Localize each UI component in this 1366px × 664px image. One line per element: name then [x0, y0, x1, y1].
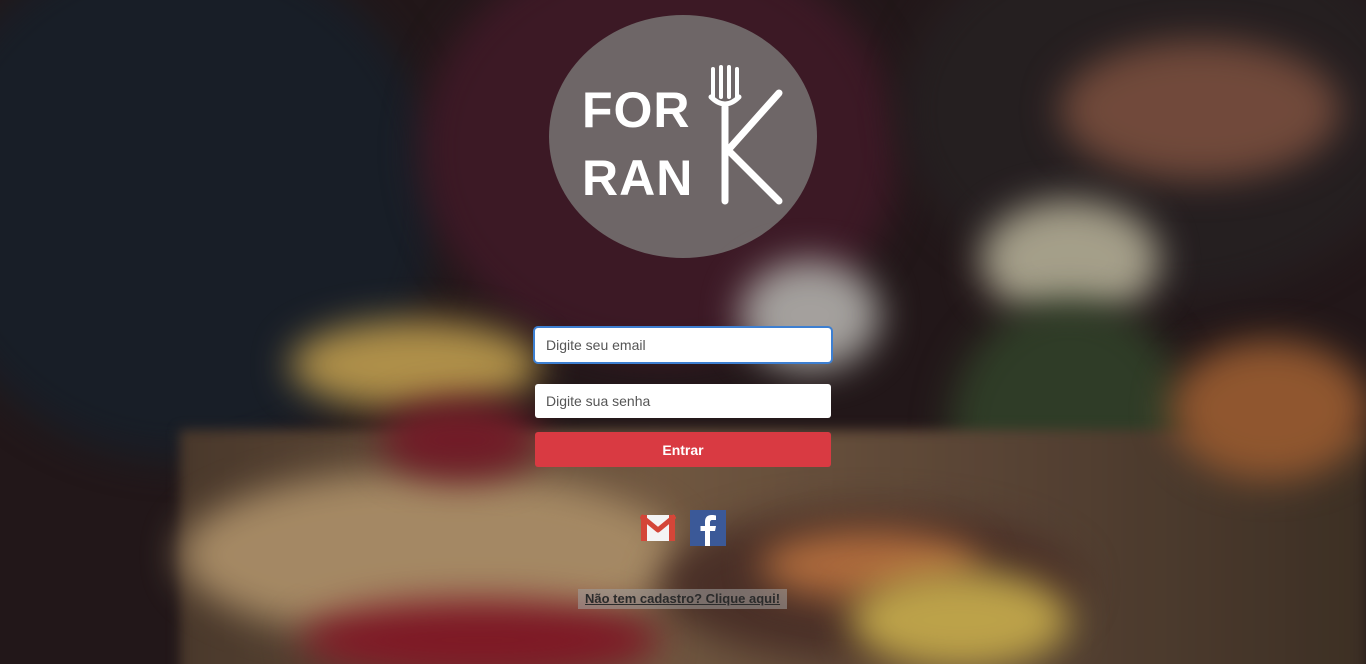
- signup-link[interactable]: Não tem cadastro? Clique aqui!: [578, 589, 788, 609]
- logo-line1: FOR: [582, 82, 691, 138]
- email-input[interactable]: [535, 328, 831, 362]
- forkrank-logo: FOR RAN: [549, 15, 817, 258]
- facebook-icon: [690, 510, 726, 546]
- gmail-icon: [639, 514, 677, 541]
- facebook-login-button[interactable]: [690, 510, 726, 546]
- logo-line2: RAN: [582, 150, 694, 206]
- password-input[interactable]: [535, 384, 831, 418]
- gmail-login-button[interactable]: [639, 510, 677, 546]
- login-button[interactable]: Entrar: [535, 432, 831, 467]
- fork-icon: [708, 65, 783, 205]
